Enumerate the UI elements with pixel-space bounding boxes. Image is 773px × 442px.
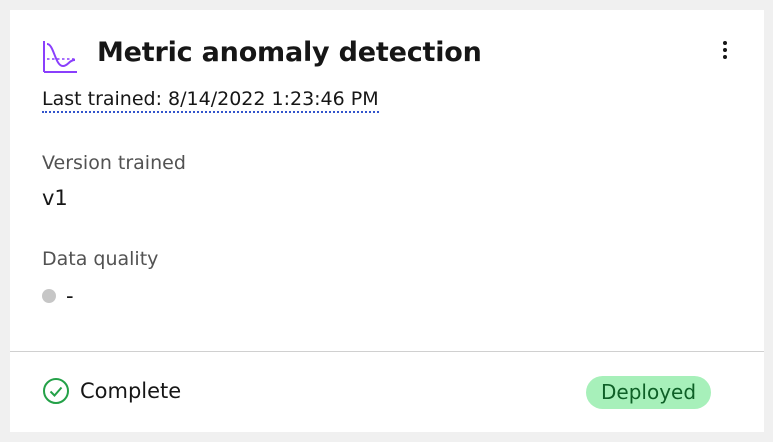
training-status: Complete	[42, 377, 181, 405]
status-dot-icon	[42, 289, 56, 303]
version-trained-value: v1	[42, 186, 68, 210]
last-trained-link[interactable]: Last trained: 8/14/2022 1:23:46 PM	[42, 88, 379, 113]
data-quality-value: -	[66, 284, 74, 308]
data-quality-label: Data quality	[42, 248, 159, 270]
card-body: Metric anomaly detection Last trained: 8…	[10, 10, 764, 351]
overflow-menu-vertical-icon[interactable]	[715, 36, 735, 64]
card-footer: Complete Deployed	[10, 352, 764, 432]
checkmark-outline-icon	[43, 378, 69, 404]
data-quality-status: -	[42, 284, 74, 308]
card-title: Metric anomaly detection	[97, 37, 482, 68]
model-card: Metric anomaly detection Last trained: 8…	[10, 10, 764, 432]
status-label: Complete	[80, 379, 182, 403]
line-chart-icon	[43, 41, 77, 73]
deployed-badge: Deployed	[586, 376, 712, 409]
version-trained-label: Version trained	[42, 152, 186, 174]
